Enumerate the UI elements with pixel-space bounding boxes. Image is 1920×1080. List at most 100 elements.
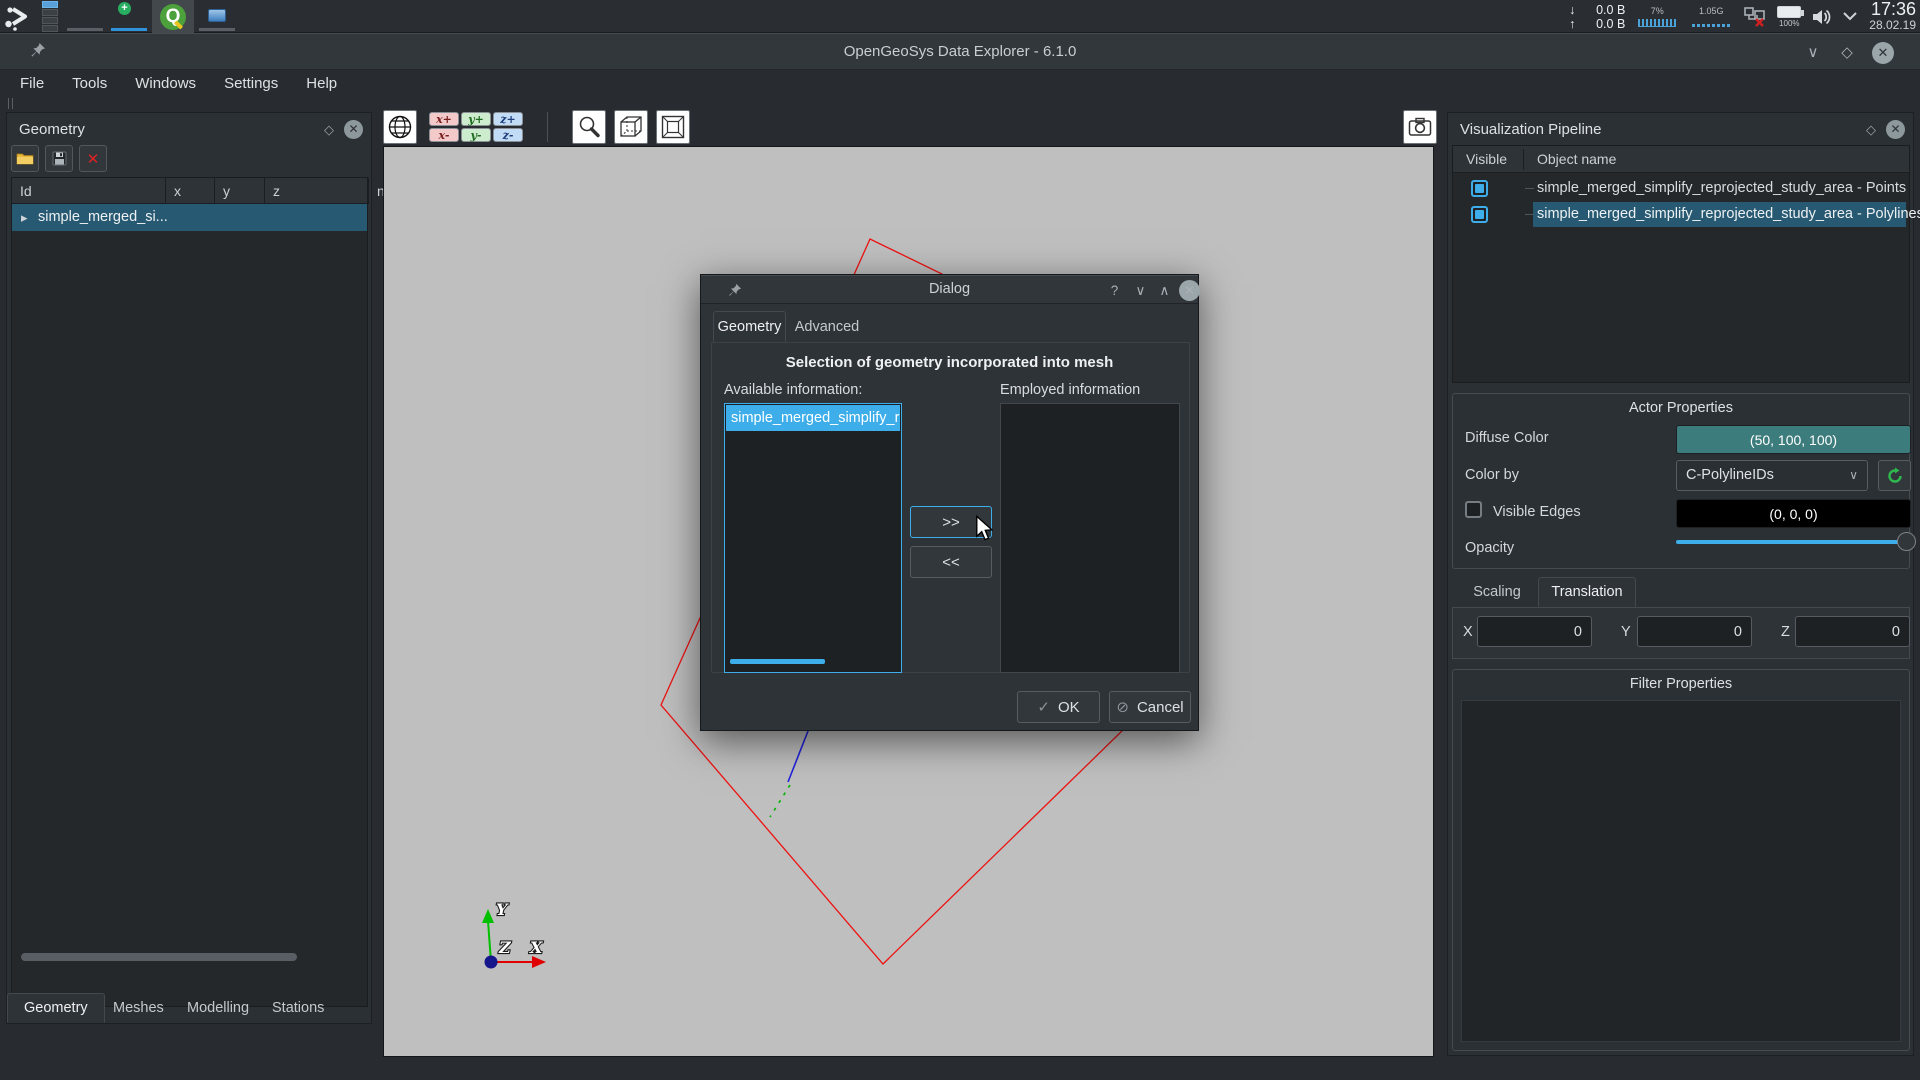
screenshot-button[interactable] [1403,110,1437,144]
close-icon[interactable]: ✕ [1872,42,1894,64]
menu-windows[interactable]: Windows [121,72,210,95]
pager-desktop-3[interactable] [42,17,58,24]
check-icon: ✓ [1037,699,1050,716]
dialog-titlebar[interactable]: Dialog ? ∨ ∧ ✕ [701,275,1200,304]
available-item-selected[interactable]: simple_merged_simplify_repr [726,405,900,431]
x-input[interactable] [1477,616,1592,647]
task-button-qgis[interactable]: Q [152,0,194,33]
open-file-button[interactable] [11,145,39,172]
slider-handle[interactable] [1897,532,1916,551]
view-z-plus-button[interactable]: z+ [493,112,523,126]
mesh-geometry-dialog: Dialog ? ∨ ∧ ✕ Geometry Advanced Selecti… [700,274,1200,731]
close-dock-icon[interactable]: ✕ [1886,120,1905,139]
column-visible[interactable]: Visible [1466,146,1507,173]
pipeline-row-points[interactable]: simple_merged_simplify_reprojected_study… [1453,176,1909,201]
actor-properties-title: Actor Properties [1629,400,1733,416]
column-x[interactable]: x [165,178,214,204]
close-dock-icon[interactable]: ✕ [344,120,363,139]
pager-desktop-1[interactable] [42,1,58,8]
color-by-combobox[interactable]: C-PolylineIDs ∨ [1676,460,1868,491]
save-button[interactable] [45,145,73,172]
globe-view-button[interactable] [383,110,417,144]
tab-meshes[interactable]: Meshes [96,993,181,1023]
memory-monitor-widget[interactable]: 1.05G [1689,6,1733,27]
menu-settings[interactable]: Settings [210,72,292,95]
pager-desktop-2[interactable] [42,9,58,16]
volume-icon[interactable] [1811,7,1833,27]
view-y-minus-button[interactable]: y- [461,128,491,142]
tray-expander-chevron-icon[interactable] [1843,12,1857,21]
list-horizontal-scrollbar[interactable] [730,659,825,664]
cpu-monitor-widget[interactable]: 7% [1635,6,1679,27]
column-object-name[interactable]: Object name [1537,146,1616,173]
pager-desktop-4[interactable] [42,25,58,32]
zoom-button[interactable] [572,110,606,144]
task-button-3[interactable] [196,0,238,33]
ok-button[interactable]: ✓ OK [1017,691,1100,723]
network-disconnected-icon[interactable] [1743,6,1767,28]
visible-edges-checkbox[interactable] [1465,501,1482,518]
menu-file[interactable]: File [6,72,58,95]
view-x-minus-button[interactable]: x- [429,128,459,142]
edge-color-button[interactable]: (0, 0, 0) [1676,499,1911,528]
dialog-close-icon[interactable]: ✕ [1179,280,1200,301]
pipeline-item-label[interactable]: simple_merged_simplify_reprojected_study… [1537,202,1920,227]
available-info-list[interactable]: simple_merged_simplify_repr [724,403,902,673]
visible-checkbox-checked[interactable] [1471,180,1488,197]
app-launcher-icon[interactable] [4,3,32,31]
dialog-tab-geometry[interactable]: Geometry [713,311,786,342]
floppy-icon [52,151,66,166]
y-input[interactable] [1637,616,1752,647]
column-z[interactable]: z [264,178,368,204]
ortho-view-button[interactable] [656,110,690,144]
column-id[interactable]: Id [12,178,165,204]
pipeline-row-polylines[interactable]: simple_merged_simplify_reprojected_study… [1453,202,1920,227]
battery-widget[interactable]: 100% [1777,5,1805,28]
cancel-button[interactable]: ⊘ Cancel [1109,691,1191,723]
help-icon[interactable]: ? [1105,281,1124,300]
expander-icon[interactable]: ▸ [21,204,28,231]
minimize-icon[interactable]: ∨ [1802,42,1824,64]
refresh-button[interactable] [1878,460,1911,491]
qgis-icon: Q [160,4,186,30]
perspective-view-button[interactable] [614,110,648,144]
tab-modelling[interactable]: Modelling [170,993,266,1023]
employed-info-list[interactable] [1000,403,1180,673]
view-z-minus-button[interactable]: z- [493,128,523,142]
task-indicator [67,28,103,31]
dialog-tab-advanced[interactable]: Advanced [786,311,868,342]
menu-help[interactable]: Help [292,72,351,95]
task-button-1[interactable] [64,0,106,33]
virtual-desktop-pager[interactable] [42,1,58,32]
task-button-2[interactable]: + [108,0,150,33]
window-titlebar[interactable]: OpenGeoSys Data Explorer - 6.1.0 ∨ ◇ ✕ [0,33,1920,70]
geometry-row-selected[interactable]: ▸ simple_merged_si... [12,204,367,231]
z-input[interactable] [1795,616,1910,647]
network-speed-widget[interactable]: ↓ 0.0 B ↑ 0.0 B [1567,3,1625,31]
shade-up-icon[interactable]: ∧ [1155,281,1174,300]
move-left-button[interactable]: << [910,546,992,578]
view-y-plus-button[interactable]: y+ [461,112,491,126]
visible-checkbox-checked[interactable] [1471,206,1488,223]
remove-button[interactable]: ✕ [79,145,107,172]
maximize-icon[interactable]: ◇ [1836,42,1858,64]
toolbar-grip-handle[interactable] [8,98,13,109]
horizontal-scrollbar[interactable] [21,953,297,961]
pipeline-item-label[interactable]: simple_merged_simplify_reprojected_study… [1537,176,1906,201]
clock-widget[interactable]: 17:36 28.02.19 [1869,0,1916,33]
tab-scaling[interactable]: Scaling [1456,577,1538,607]
geometry-dock-title: Geometry [19,121,85,138]
diffuse-color-button[interactable]: (50, 100, 100) [1676,425,1911,454]
tab-stations[interactable]: Stations [255,993,341,1023]
float-dock-icon[interactable]: ◇ [1863,122,1879,138]
diffuse-color-label: Diffuse Color [1465,430,1549,446]
opacity-slider[interactable] [1453,527,1916,557]
menu-tools[interactable]: Tools [58,72,121,95]
view-x-plus-button[interactable]: x+ [429,112,459,126]
float-dock-icon[interactable]: ◇ [321,122,337,138]
slider-track[interactable] [1676,532,1916,551]
shade-down-icon[interactable]: ∨ [1131,281,1150,300]
tab-translation[interactable]: Translation [1538,577,1636,607]
column-y[interactable]: y [214,178,264,204]
tab-geometry[interactable]: Geometry [7,993,105,1023]
